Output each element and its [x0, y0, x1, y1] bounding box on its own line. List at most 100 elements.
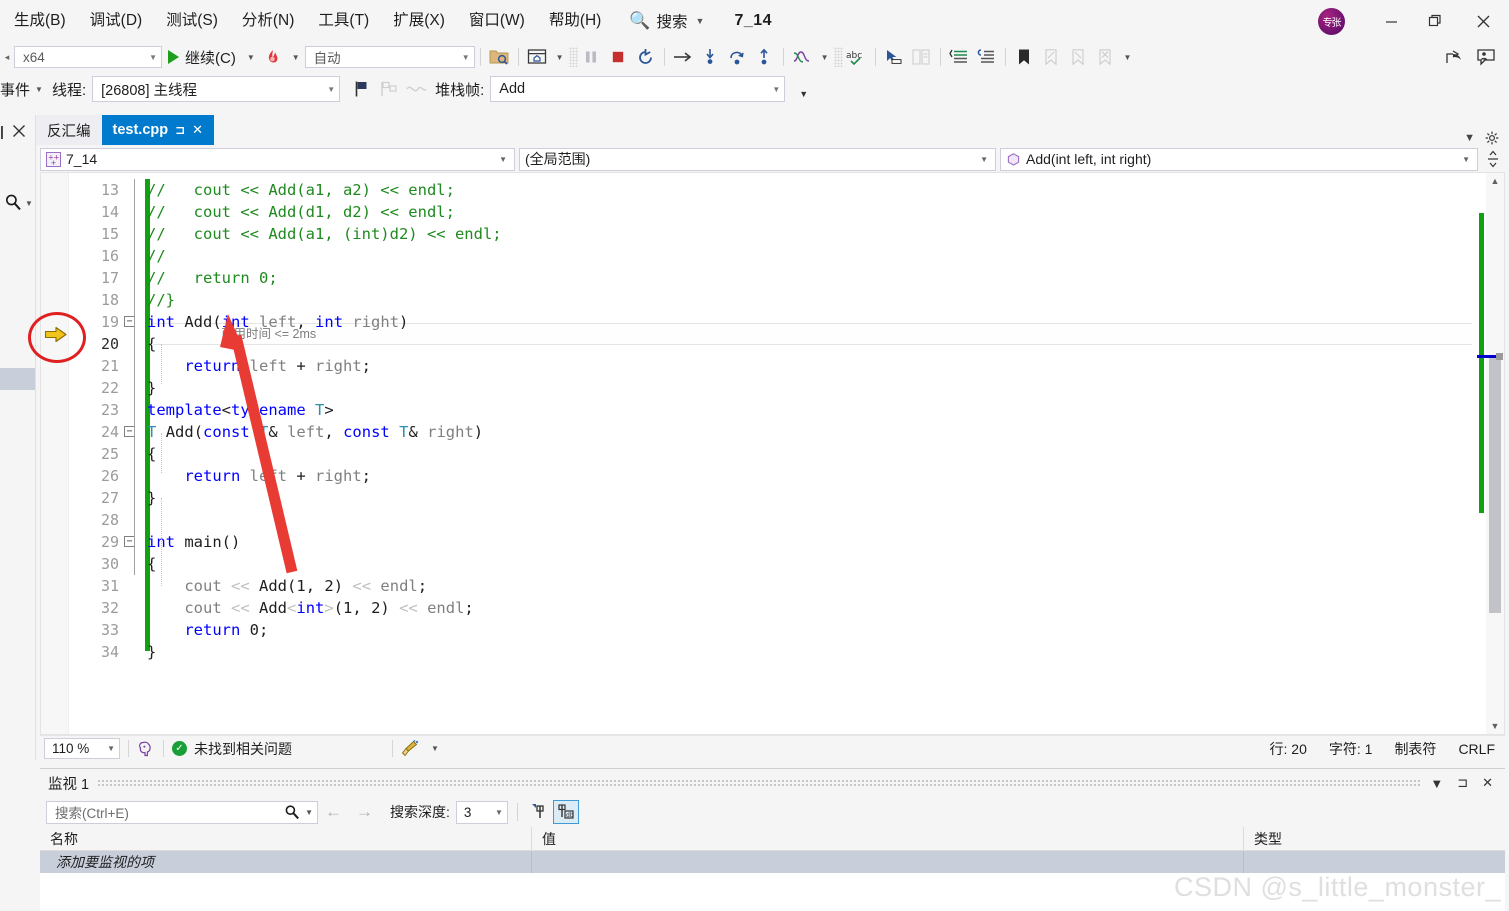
watch-value-cell[interactable]	[532, 851, 1244, 873]
toolbar-overflow-left-icon[interactable]: ◂	[0, 52, 14, 63]
search-prev-button[interactable]: ←	[318, 802, 349, 822]
pin-icon[interactable]: ⊐	[175, 123, 185, 137]
search-next-button[interactable]: →	[349, 802, 380, 822]
toolbar-options-icon[interactable]: ▼	[795, 89, 812, 98]
code-line[interactable]: // cout << Add(a1, (int)d2) << endl;	[147, 223, 502, 245]
thread-combo[interactable]: [26808] 主线程 ▼	[92, 76, 341, 102]
code-line[interactable]: //}	[147, 289, 175, 311]
config-combo[interactable]: 自动 ▼	[304, 46, 475, 68]
hot-reload-dropdown-icon[interactable]: ▼	[287, 53, 305, 62]
table-row[interactable]: 添加要监视的项	[40, 851, 1505, 873]
continue-dropdown-icon[interactable]: ▼	[242, 53, 260, 62]
code-editor[interactable]: 13 14 15 16 17 18 19 20 21 22 23 24 25 26 27 28 29 30 31 32…	[40, 172, 1505, 735]
threads-dropdown-icon[interactable]: ▼	[816, 53, 834, 62]
member-selector[interactable]: Add(int left, int right) ▼	[1000, 147, 1478, 171]
column-header-type[interactable]: 类型	[1244, 827, 1505, 850]
watch-add-item-cell[interactable]: 添加要监视的项	[40, 851, 532, 873]
code-line[interactable]: // cout << Add(d1, d2) << endl;	[147, 201, 455, 223]
compare-icon[interactable]	[908, 44, 935, 70]
panel-drag-grip[interactable]	[97, 778, 1423, 788]
watch-search-input[interactable]: 搜索(Ctrl+E) ▼	[46, 800, 318, 824]
scroll-down-icon[interactable]: ▼	[1486, 718, 1504, 734]
bookmark-clear-icon[interactable]	[1092, 44, 1119, 70]
watch-grid[interactable]: 名称 值 类型 添加要监视的项	[40, 827, 1505, 911]
dock-selected-row[interactable]	[0, 368, 35, 390]
stop-icon[interactable]	[605, 44, 632, 70]
share-icon[interactable]	[1441, 44, 1468, 70]
code-line[interactable]: template<typename T>	[147, 399, 334, 421]
bookmark-next-icon[interactable]	[1065, 44, 1092, 70]
browser-dropdown-icon[interactable]: ▼	[551, 53, 569, 62]
menu-item-analyze[interactable]: 分析(N)	[230, 8, 307, 34]
menu-item-window[interactable]: 窗口(W)	[457, 8, 537, 34]
chevron-down-icon[interactable]: ▼	[305, 808, 313, 817]
code-line[interactable]: //	[147, 245, 166, 267]
pin-icon[interactable]: ⊐	[1457, 775, 1468, 791]
code-line[interactable]: // cout << Add(a1, a2) << endl;	[147, 179, 455, 201]
zoom-level-combo[interactable]: 110 % ▼	[44, 738, 120, 759]
stackframe-combo[interactable]: Add ▼	[490, 76, 786, 102]
search-icon[interactable]	[284, 804, 300, 820]
scroll-up-icon[interactable]: ▲	[1486, 173, 1504, 189]
code-line[interactable]: T Add(const T& left, const T& right)	[147, 421, 483, 443]
project-selector[interactable]: + + + 7_14 ▼	[40, 147, 515, 171]
select-tool-icon[interactable]	[881, 44, 908, 70]
tab-disassembly[interactable]: 反汇编	[36, 115, 102, 145]
search-depth-combo[interactable]: 3 ▼	[455, 800, 508, 824]
events-dropdown-icon[interactable]: ▼	[30, 85, 48, 94]
code-line[interactable]: }	[147, 641, 156, 663]
code-line[interactable]: {	[147, 333, 156, 355]
code-line[interactable]: {	[147, 553, 156, 575]
web-browser-icon[interactable]	[524, 44, 551, 70]
feedback-icon[interactable]	[1472, 44, 1499, 70]
avatar[interactable]: 专张	[1318, 7, 1345, 35]
global-search[interactable]: 🔍 搜索 ▼	[629, 10, 704, 32]
spell-check-icon[interactable]: abc	[843, 44, 870, 70]
bookmark-prev-icon[interactable]	[1038, 44, 1065, 70]
editor-vertical-scrollbar[interactable]: ▲ ▼	[1477, 173, 1504, 734]
hot-reload-icon[interactable]	[260, 44, 287, 70]
menu-item-debug[interactable]: 调试(D)	[78, 8, 155, 34]
flag-icon[interactable]	[348, 76, 375, 102]
column-header-value[interactable]: 值	[532, 827, 1244, 850]
code-line[interactable]: }	[147, 487, 156, 509]
menu-item-build[interactable]: 生成(B)	[2, 8, 78, 34]
code-text-area[interactable]: // cout << Add(a1, a2) << endl; // cout <…	[125, 173, 1474, 734]
uncomment-icon[interactable]	[973, 44, 1000, 70]
pin-watch-icon[interactable]	[527, 800, 553, 824]
code-line[interactable]: return 0;	[147, 619, 268, 641]
close-button[interactable]	[1457, 0, 1509, 42]
close-icon[interactable]: ✕	[1482, 775, 1493, 791]
watch-type-cell[interactable]	[1244, 851, 1505, 873]
panel-menu-icon[interactable]: ▼	[1430, 776, 1443, 791]
code-line[interactable]: {	[147, 443, 156, 465]
threads-icon[interactable]	[789, 44, 816, 70]
intellisense-icon[interactable]	[137, 740, 155, 758]
gear-icon[interactable]	[1485, 131, 1499, 145]
menu-item-help[interactable]: 帮助(H)	[537, 8, 614, 34]
code-line[interactable]: return left + right;	[147, 465, 371, 487]
scope-selector[interactable]: (全局范围) ▼	[519, 147, 996, 171]
issues-status[interactable]: ✓ 未找到相关问题	[172, 739, 292, 759]
threads-link-icon[interactable]	[402, 76, 429, 102]
menu-item-tools[interactable]: 工具(T)	[306, 8, 381, 34]
tab-test-cpp[interactable]: test.cpp ⊐ ✕	[101, 115, 215, 145]
split-view-icon[interactable]	[1482, 149, 1504, 169]
code-line[interactable]: cout << Add<int>(1, 2) << endl;	[147, 597, 473, 619]
maximize-button[interactable]	[1413, 0, 1457, 42]
code-line[interactable]: // return 0;	[147, 267, 278, 289]
code-line[interactable]: }	[147, 377, 156, 399]
continue-button[interactable]: 继续(C)	[162, 44, 242, 70]
bookmark-overflow-icon[interactable]: ▼	[1119, 53, 1137, 62]
code-cleanup-button[interactable]: ▼	[401, 739, 444, 758]
platform-combo[interactable]: x64 ▼	[14, 46, 162, 68]
menu-item-extensions[interactable]: 扩展(X)	[381, 8, 457, 34]
chevron-down-icon[interactable]: ▼	[1464, 132, 1475, 144]
search-icon[interactable]: ▼	[4, 193, 33, 211]
bookmark-icon[interactable]	[1011, 44, 1038, 70]
minimize-button[interactable]	[1369, 0, 1413, 42]
code-line[interactable]: cout << Add(1, 2) << endl;	[147, 575, 427, 597]
close-icon[interactable]: ✕	[192, 122, 203, 138]
step-over-icon[interactable]	[670, 44, 697, 70]
column-header-name[interactable]: 名称	[40, 827, 532, 850]
